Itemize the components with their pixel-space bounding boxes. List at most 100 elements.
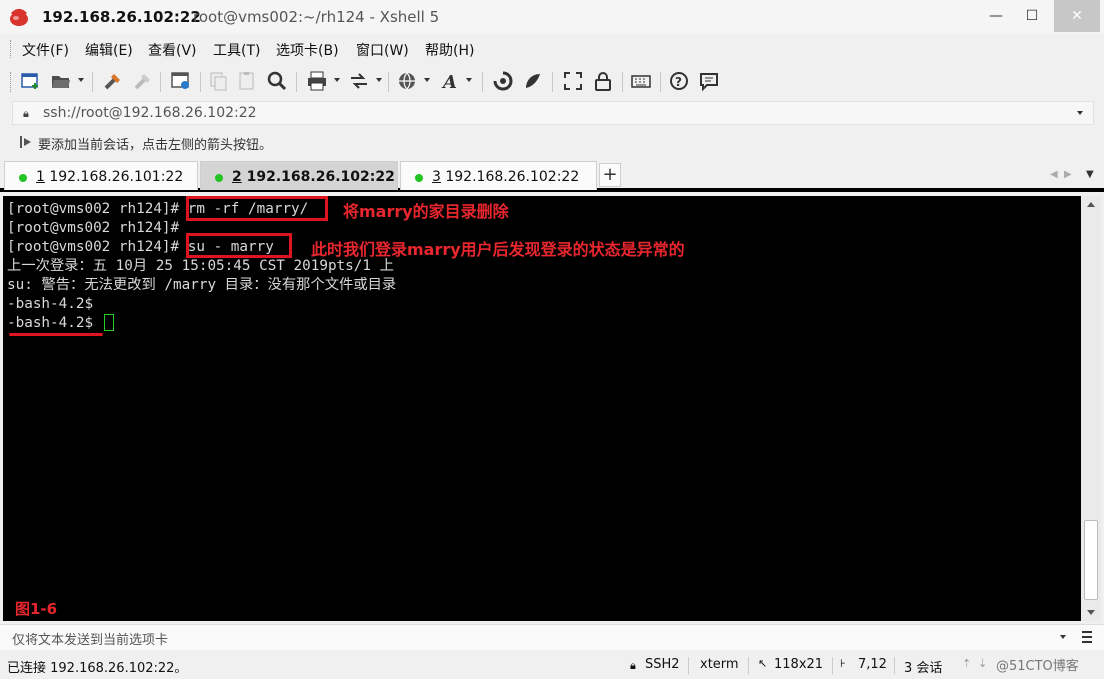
protocol-status: SSH2: [645, 657, 680, 672]
open-dropdown-icon[interactable]: [78, 78, 84, 82]
tab-list-dropdown-icon[interactable]: ▼: [1086, 169, 1094, 180]
annotation-text: 此时我们登录marry用户后发现登录的状态是异常的: [311, 240, 685, 259]
find-icon[interactable]: [266, 70, 288, 92]
print-icon[interactable]: [306, 70, 328, 92]
tab-bar: 1 192.168.26.101:22 2 192.168.26.102:22 …: [0, 160, 1104, 192]
transfer-dropdown-icon[interactable]: [376, 78, 382, 82]
maximize-button[interactable]: ☐: [1014, 0, 1050, 32]
font-dropdown-icon[interactable]: [466, 78, 472, 82]
tab-scroll-left-icon[interactable]: ◀: [1050, 169, 1058, 180]
font-icon[interactable]: A: [440, 70, 462, 92]
copy-icon[interactable]: [208, 70, 230, 92]
toolbar-separator: [160, 72, 161, 92]
address-dropdown-icon[interactable]: [1077, 111, 1083, 115]
new-tab-button[interactable]: +: [599, 163, 621, 187]
terminal-line: -bash-4.2$: [7, 296, 94, 312]
tab-session-1[interactable]: 1 192.168.26.101:22: [4, 161, 198, 190]
connect-icon[interactable]: [102, 70, 124, 92]
arrow-cursor-icon[interactable]: [18, 135, 32, 149]
watermark: @51CTO博客: [996, 659, 1079, 674]
terminal-scrollbar[interactable]: [1081, 196, 1101, 621]
highlight-underline: [9, 333, 103, 336]
terminal-line: su: 警告：无法更改到 /marry 目录：没有那个文件或目录: [7, 277, 397, 293]
terminal-area[interactable]: [root@vms002 rh124]# rm -rf /marry/ [roo…: [3, 196, 1081, 621]
tab-session-2[interactable]: 2 192.168.26.102:22: [200, 161, 398, 190]
scroll-down-icon[interactable]: [1087, 610, 1095, 615]
fullscreen-icon[interactable]: [562, 70, 584, 92]
menu-window[interactable]: 窗口(W): [356, 40, 409, 60]
toolbar-separator: [552, 72, 553, 92]
compose-dropdown-icon[interactable]: [1060, 635, 1066, 639]
tab-label: 192.168.26.102:22: [440, 169, 580, 185]
svg-text:A: A: [441, 72, 457, 92]
toolbar-grip: [10, 72, 12, 92]
scroll-up-icon[interactable]: [1087, 202, 1095, 207]
connected-status-icon: [215, 174, 223, 182]
menu-grip: [10, 40, 12, 58]
status-separator: [832, 657, 833, 674]
terminal-type-status: xterm: [700, 657, 739, 672]
menu-bar: 文件(F) 编辑(E) 查看(V) 工具(T) 选项卡(B) 窗口(W) 帮助(…: [0, 34, 1104, 64]
toolbar-separator: [388, 72, 389, 92]
menu-icon[interactable]: [1082, 631, 1092, 646]
address-bar[interactable]: 🔒︎ ssh://root@192.168.26.102:22: [12, 101, 1094, 125]
chat-icon[interactable]: [698, 70, 720, 92]
tab-session-3[interactable]: 3 192.168.26.102:22: [400, 161, 597, 190]
address-input[interactable]: ssh://root@192.168.26.102:22: [43, 105, 257, 121]
cursor-position-status: 7,12: [858, 657, 887, 672]
window-title: root@vms002:~/rh124 - Xshell 5: [193, 8, 440, 26]
disconnect-icon[interactable]: [132, 70, 154, 92]
terminal-cursor: [104, 314, 114, 331]
tab-label: 192.168.26.101:22: [44, 169, 184, 185]
status-bar: 已连接 192.168.26.102:22。 🔒︎ SSH2 xterm ↖ 1…: [0, 652, 1104, 679]
tab-scroll-right-icon[interactable]: ▶: [1064, 169, 1072, 180]
hint-bar: 要添加当前会话，点击左侧的箭头按钮。: [0, 130, 1104, 156]
connected-status-icon: [415, 174, 423, 182]
xshell-logo-icon: [10, 9, 28, 26]
tab-number: 2: [232, 169, 242, 185]
transfer-icon[interactable]: [348, 70, 370, 92]
menu-edit[interactable]: 编辑(E): [85, 40, 133, 60]
highlight-box: [186, 196, 328, 221]
toolbar-separator: [482, 72, 483, 92]
toolbar-separator: [200, 72, 201, 92]
script-icon[interactable]: [522, 70, 544, 92]
globe-dropdown-icon[interactable]: [424, 78, 430, 82]
resize-icon: ↖: [758, 657, 768, 670]
menu-tools[interactable]: 工具(T): [213, 40, 260, 60]
tab-label: 192.168.26.102:22: [241, 169, 395, 185]
minimize-button[interactable]: —: [978, 0, 1014, 32]
xftp-icon[interactable]: [492, 70, 514, 92]
toolbar-separator: [296, 72, 297, 92]
print-dropdown-icon[interactable]: [334, 78, 340, 82]
menu-file[interactable]: 文件(F): [22, 40, 69, 60]
help-icon[interactable]: ?: [668, 70, 690, 92]
lock-icon[interactable]: [592, 70, 614, 92]
terminal-line: -bash-4.2$: [7, 315, 102, 331]
toolbar-separator: [622, 72, 623, 92]
compose-bar[interactable]: 仅将文本发送到当前选项卡: [0, 624, 1104, 650]
menu-help[interactable]: 帮助(H): [425, 40, 474, 60]
connected-status-icon: [19, 174, 27, 182]
terminal-line: [root@vms002 rh124]#: [7, 220, 180, 236]
lock-icon: 🔒︎: [630, 659, 636, 672]
menu-view[interactable]: 查看(V): [148, 40, 197, 60]
connection-status: 已连接 192.168.26.102:22。: [7, 661, 188, 676]
compose-input[interactable]: 仅将文本发送到当前选项卡: [12, 629, 168, 648]
lock-icon: 🔒︎: [23, 107, 29, 120]
status-separator: [894, 657, 895, 674]
open-folder-icon[interactable]: [50, 70, 72, 92]
menu-tabs[interactable]: 选项卡(B): [276, 40, 339, 60]
globe-icon[interactable]: [396, 70, 418, 92]
new-session-icon[interactable]: [20, 70, 42, 92]
close-button[interactable]: ✕: [1054, 0, 1100, 32]
tab-number: 1: [36, 169, 45, 185]
figure-label: 图1-6: [15, 600, 58, 618]
properties-icon[interactable]: [170, 70, 192, 92]
annotation-text: 将marry的家目录删除: [343, 202, 509, 221]
paste-icon[interactable]: [236, 70, 258, 92]
status-separator: [748, 657, 749, 674]
scrollbar-thumb[interactable]: [1084, 520, 1098, 600]
toolbar-separator: [660, 72, 661, 92]
keyboard-icon[interactable]: [630, 70, 652, 92]
